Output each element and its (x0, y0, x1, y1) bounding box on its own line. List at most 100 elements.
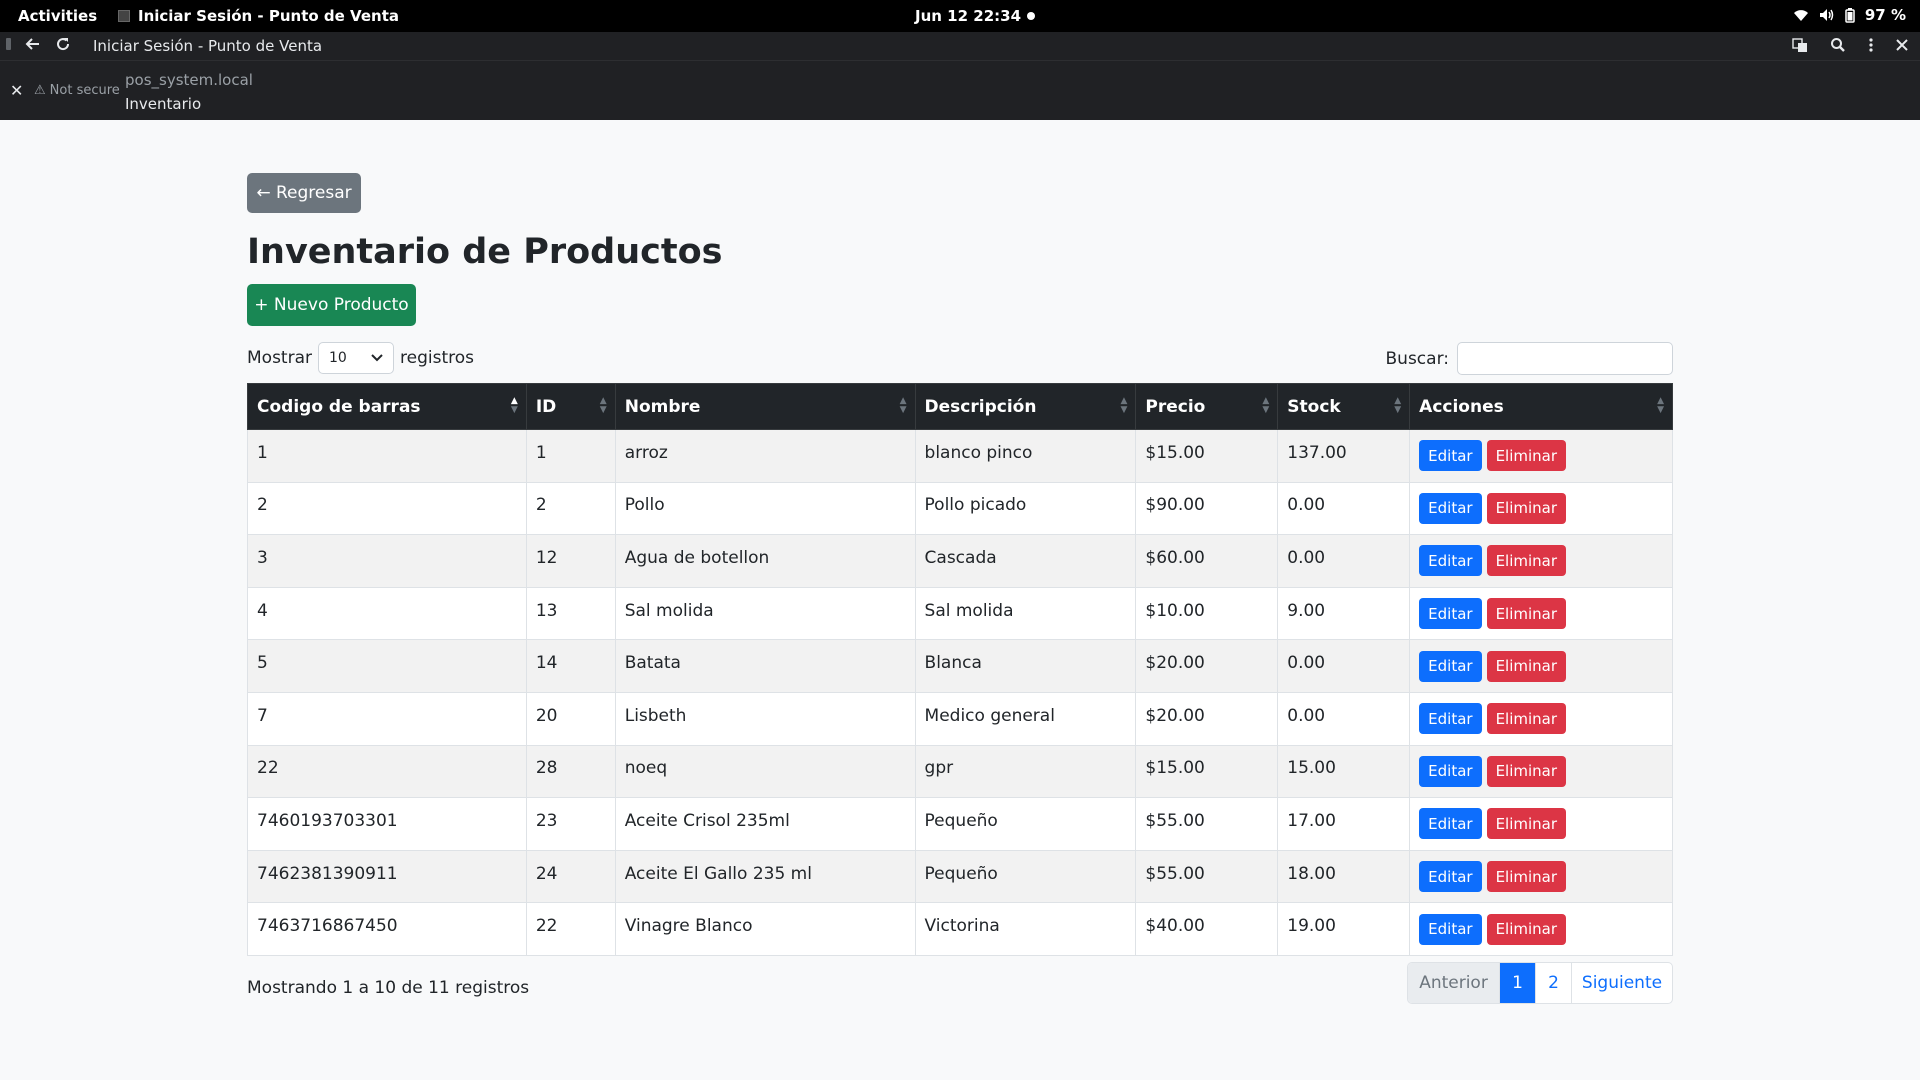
sidebar-toggle-icon[interactable] (6, 38, 11, 50)
clock[interactable]: Jun 12 22:34 (915, 7, 1021, 25)
address-bar[interactable]: ✕ ⚠ Not secure pos_system.local Inventar… (0, 60, 1920, 120)
column-header[interactable]: ID ▲ ▼ (525, 383, 616, 430)
id-cell-text: 2 (535, 495, 547, 516)
edit-button[interactable]: Editar (1419, 650, 1482, 682)
zoom-icon[interactable] (1830, 37, 1846, 53)
delete-button[interactable]: Eliminar (1486, 650, 1567, 682)
delete-button[interactable]: Eliminar (1486, 861, 1567, 893)
page-button-2[interactable]: 2 (1536, 963, 1572, 1003)
id-cell-text: 20 (535, 705, 558, 726)
more-menu-icon[interactable] (1868, 37, 1874, 53)
column-header-label: Stock (1287, 396, 1341, 417)
id-cell: 12 (525, 534, 616, 588)
barcode-cell-text: 7462381390911 (257, 863, 398, 884)
app-menu[interactable]: Iniciar Sesión - Punto de Venta (118, 7, 399, 25)
table-row: 1 1 arroz blanco pinco $15.00 137.00 Editar Eli… (247, 429, 1673, 483)
id-cell-text: 14 (535, 653, 558, 674)
description-cell-text: Cascada (924, 547, 997, 568)
back-button[interactable]: ← Regresar (247, 173, 361, 213)
warning-icon: ⚠ (34, 83, 46, 98)
stock-cell: 0.00 (1277, 481, 1411, 536)
name-cell: Agua de botellon (614, 534, 916, 588)
column-header[interactable]: Precio ▲ ▼ (1135, 383, 1279, 430)
barcode-cell-text: 4 (257, 600, 268, 621)
barcode-cell-text: 7460193703301 (257, 810, 398, 831)
column-header[interactable]: Stock ▲ ▼ (1277, 383, 1411, 430)
id-cell-text: 1 (535, 442, 547, 463)
name-cell-text: arroz (624, 442, 668, 463)
id-cell-text: 24 (535, 863, 558, 884)
close-icon[interactable]: ✕ (10, 81, 23, 100)
delete-button[interactable]: Eliminar (1486, 545, 1567, 577)
barcode-cell: 4 (247, 586, 527, 641)
column-header[interactable]: Nombre ▲ ▼ (614, 383, 916, 430)
column-header[interactable]: Acciones ▲ ▼ (1409, 383, 1673, 430)
delete-button[interactable]: Eliminar (1486, 703, 1567, 735)
table-row: 7462381390911 24 Aceite El Gallo 235 ml Peq… (247, 849, 1673, 904)
price-cell-text: $15.00 (1145, 758, 1205, 779)
translate-icon[interactable] (1792, 37, 1808, 53)
price-cell-text: $60.00 (1145, 547, 1205, 568)
delete-button[interactable]: Eliminar (1486, 440, 1567, 472)
price-cell: $40.00 (1135, 902, 1279, 956)
search-input[interactable] (1457, 342, 1673, 375)
products-table: Codigo de barras ▲ ▼ ID ▲ ▼ Nombre ▲ ▼ Descripció… (247, 383, 1673, 956)
column-header[interactable]: Codigo de barras ▲ ▼ (247, 383, 527, 430)
delete-button[interactable]: Eliminar (1486, 598, 1567, 630)
back-icon[interactable] (25, 36, 41, 52)
wifi-icon (1793, 10, 1808, 21)
delete-button[interactable]: Eliminar (1486, 808, 1567, 840)
column-header-label: Codigo de barras (257, 396, 421, 417)
stock-cell-text: 0.00 (1287, 705, 1326, 726)
delete-button[interactable]: Eliminar (1486, 913, 1567, 945)
price-cell: $10.00 (1135, 586, 1279, 641)
description-cell-text: Sal molida (924, 600, 1014, 621)
delete-button[interactable]: Eliminar (1486, 492, 1567, 524)
page-button-1[interactable]: 1 (1500, 963, 1536, 1003)
id-cell: 20 (525, 691, 616, 746)
browser-window-title: Iniciar Sesión - Punto de Venta (93, 37, 323, 55)
edit-button[interactable]: Editar (1419, 598, 1482, 630)
edit-button[interactable]: Editar (1419, 808, 1482, 840)
edit-button[interactable]: Editar (1419, 913, 1482, 945)
edit-button[interactable]: Editar (1419, 440, 1482, 472)
search-label: Buscar: (1385, 348, 1449, 369)
security-indicator[interactable]: ⚠ Not secure (34, 83, 120, 98)
page-length-select[interactable]: 10 (318, 342, 394, 374)
price-cell: $55.00 (1135, 849, 1279, 904)
edit-button[interactable]: Editar (1419, 703, 1482, 735)
id-cell: 22 (525, 902, 616, 956)
description-cell-text: Pequeño (924, 810, 998, 831)
description-cell-text: Blanca (924, 653, 982, 674)
sort-icon: ▲ ▼ (1262, 396, 1270, 415)
name-cell-text: Aceite El Gallo 235 ml (624, 863, 812, 884)
edit-button[interactable]: Editar (1419, 545, 1482, 577)
stock-cell: 17.00 (1277, 797, 1411, 851)
table-row: 7 20 Lisbeth Medico general $20.00 0.00 Editar… (247, 691, 1673, 746)
delete-button[interactable]: Eliminar (1486, 755, 1567, 787)
new-product-button[interactable]: + Nuevo Producto (247, 284, 416, 326)
price-cell-text: $15.00 (1145, 442, 1205, 463)
id-cell-text: 23 (535, 810, 558, 831)
actions-cell: Editar Eliminar (1409, 849, 1673, 904)
actions-cell: Editar Eliminar (1409, 481, 1673, 536)
prev-page-button[interactable]: Anterior (1408, 963, 1500, 1003)
next-page-button[interactable]: Siguiente (1572, 963, 1672, 1003)
window-close-icon[interactable] (1896, 39, 1908, 51)
stock-cell: 9.00 (1277, 586, 1411, 641)
name-cell: arroz (614, 429, 916, 483)
volume-icon (1819, 9, 1834, 21)
barcode-cell: 3 (247, 534, 527, 588)
reload-icon[interactable] (55, 36, 71, 52)
edit-button[interactable]: Editar (1419, 861, 1482, 893)
stock-cell: 137.00 (1277, 429, 1411, 483)
column-header[interactable]: Descripción ▲ ▼ (914, 383, 1137, 430)
stock-cell: 0.00 (1277, 639, 1411, 693)
edit-button[interactable]: Editar (1419, 755, 1482, 787)
description-cell: Victorina (914, 902, 1137, 956)
edit-button[interactable]: Editar (1419, 492, 1482, 524)
system-tray[interactable]: 97 % (1793, 6, 1906, 24)
price-cell-text: $20.00 (1145, 705, 1205, 726)
description-cell-text: Victorina (924, 916, 1000, 937)
activities-button[interactable]: Activities (18, 7, 97, 25)
